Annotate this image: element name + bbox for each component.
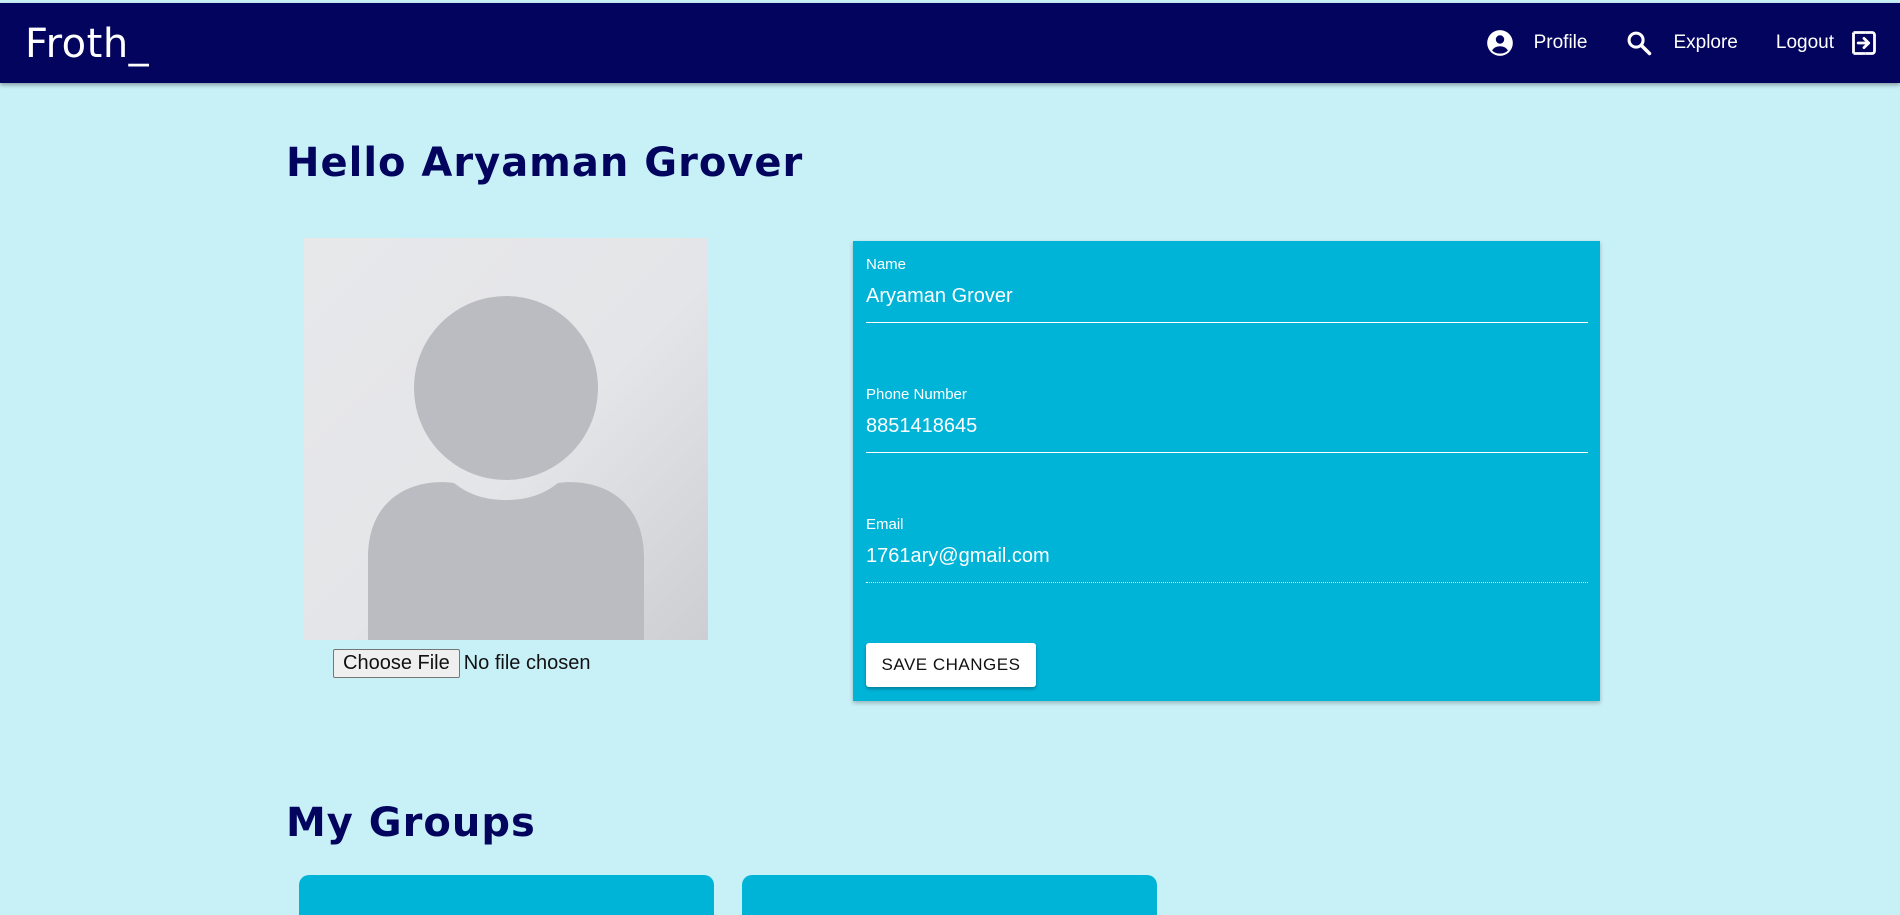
name-input[interactable] — [866, 273, 1588, 323]
choose-file-button[interactable]: Choose File — [333, 649, 460, 678]
phone-input[interactable] — [866, 403, 1588, 453]
nav-profile-button[interactable]: Profile — [1486, 29, 1588, 57]
email-field-group: Email — [866, 516, 1588, 583]
email-input[interactable] — [866, 533, 1588, 583]
nav-logout-button[interactable]: Logout — [1776, 29, 1878, 57]
phone-field-group: Phone Number — [866, 386, 1588, 453]
brand-logo[interactable]: Froth_ — [25, 21, 149, 67]
name-label: Name — [866, 256, 907, 273]
page-greeting: Hello Aryaman Grover — [286, 140, 804, 186]
nav-explore-button[interactable]: Explore — [1625, 29, 1738, 57]
nav-profile-label: Profile — [1533, 32, 1588, 53]
group-card[interactable] — [299, 875, 714, 915]
search-icon — [1625, 29, 1653, 57]
default-avatar-icon — [368, 296, 644, 640]
profile-avatar — [304, 238, 708, 640]
nav-explore-label: Explore — [1673, 32, 1738, 53]
group-card[interactable] — [742, 875, 1157, 915]
profile-form-card: Name Phone Number Email SAVE CHANGES — [853, 241, 1600, 701]
nav-logout-label: Logout — [1775, 32, 1834, 53]
logout-icon — [1850, 29, 1878, 57]
account-circle-icon — [1486, 29, 1514, 57]
phone-label: Phone Number — [866, 386, 967, 403]
avatar-file-input: Choose File No file chosen — [333, 649, 590, 678]
nav-menu: Profile Explore Logout — [1448, 3, 1900, 83]
top-navbar: Froth_ Profile Explore Logout — [0, 3, 1900, 83]
name-field-group: Name — [866, 256, 1588, 323]
my-groups-heading: My Groups — [286, 800, 536, 846]
save-changes-button[interactable]: SAVE CHANGES — [866, 643, 1036, 687]
email-label: Email — [866, 516, 904, 533]
file-status-text: No file chosen — [463, 652, 591, 674]
